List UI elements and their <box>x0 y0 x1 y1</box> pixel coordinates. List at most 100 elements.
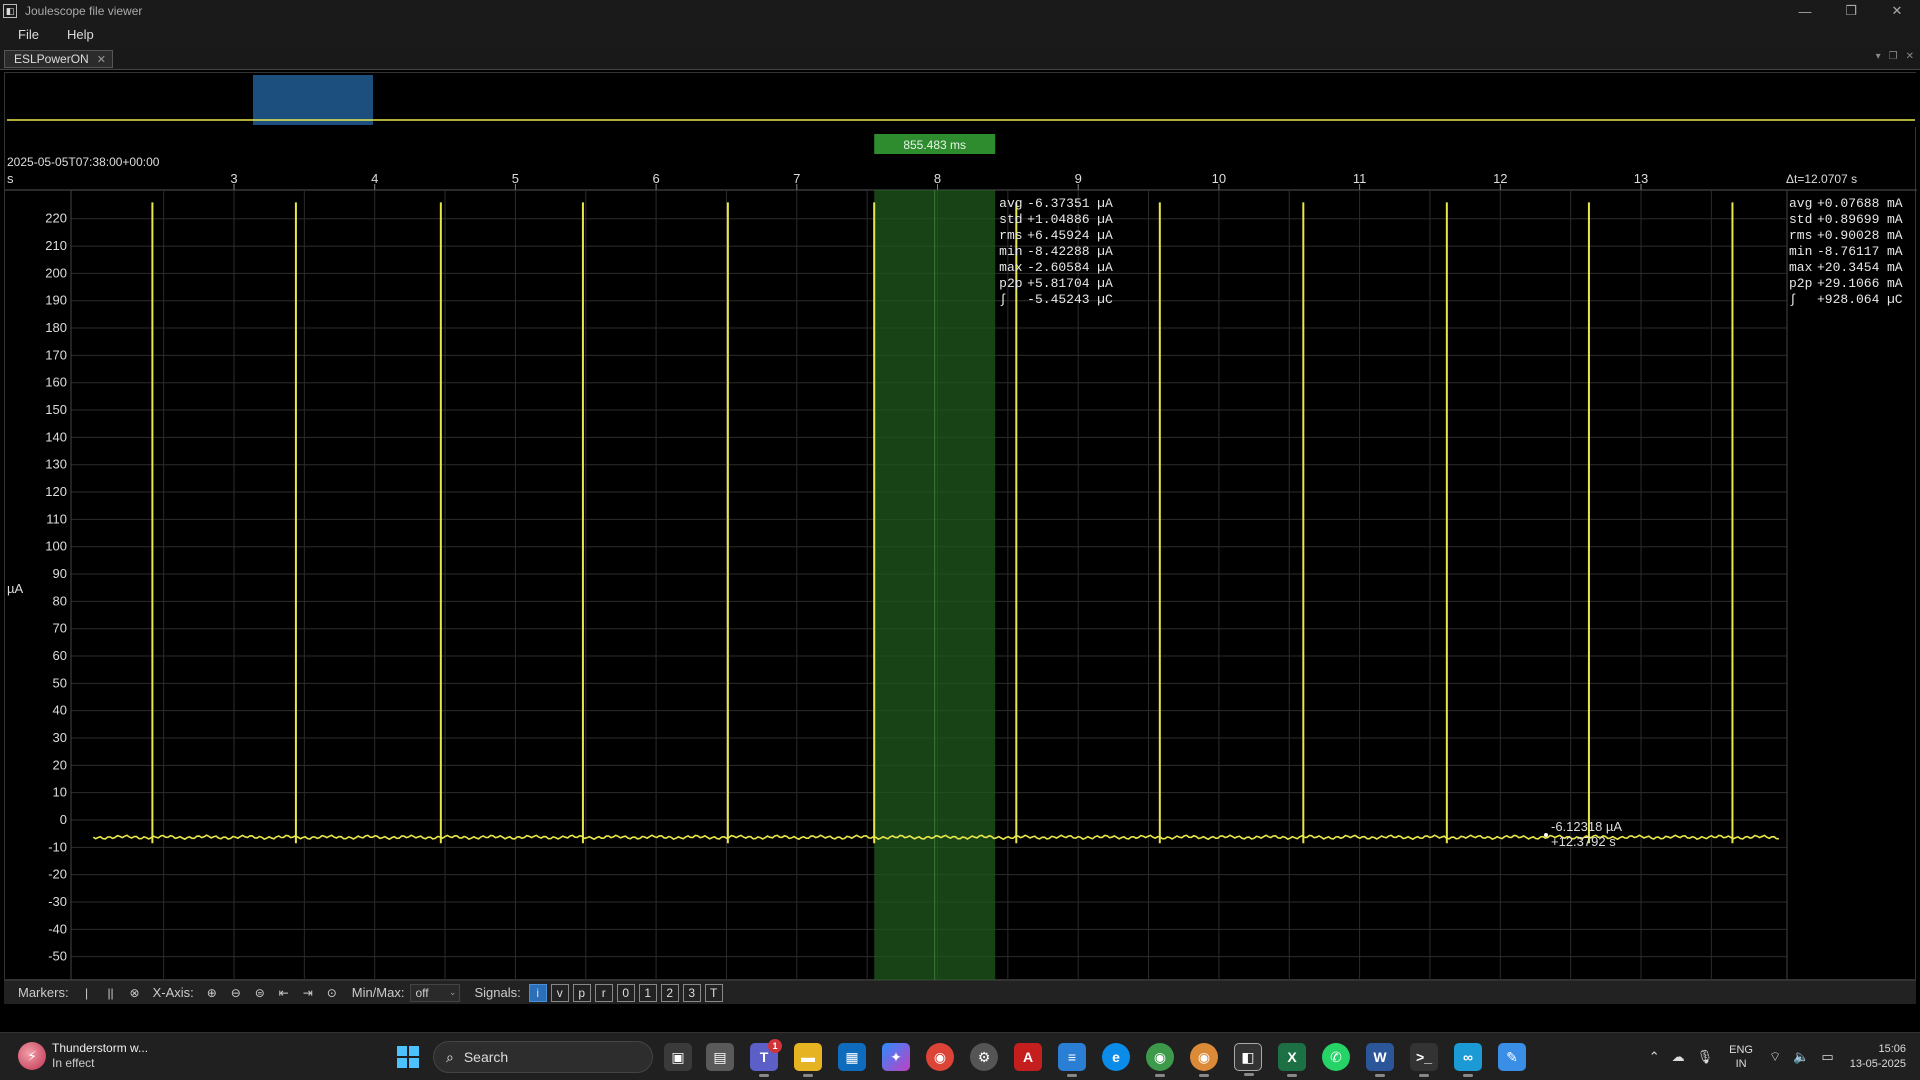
stat-name: max <box>999 260 1023 275</box>
signal-trigger-toggle[interactable]: T <box>704 983 723 1002</box>
waveform-widget[interactable]: 855.483 ms 2025-05-05T07:38:00+00:00 s Δ… <box>4 72 1917 981</box>
tab-eslpoweron[interactable]: ESLPowerON ✕ <box>4 50 113 68</box>
joulescope-taskbar-icon[interactable]: ◧ <box>1234 1043 1262 1076</box>
minmax-select[interactable]: off ⌄ <box>410 983 461 1002</box>
total-delta-label: Δt=12.0707 s <box>1786 172 1857 186</box>
overview-view-region[interactable] <box>253 75 373 125</box>
dock-float-icon[interactable]: ❐ <box>1889 51 1898 62</box>
signal-power-toggle[interactable]: p <box>572 983 591 1002</box>
close-button[interactable]: ✕ <box>1874 0 1920 22</box>
hover-point <box>1544 833 1548 837</box>
notepad-icon[interactable]: ≡ <box>1058 1043 1086 1077</box>
single-marker-icon[interactable]: | <box>78 984 96 1002</box>
y-tick-label: 0 <box>60 812 67 827</box>
stat-value: +5.81704 <box>1027 276 1090 291</box>
taskbar-search[interactable]: ⌕ Search <box>433 1041 653 1073</box>
thunderstorm-icon: ⚡ <box>18 1042 46 1070</box>
clear-markers-icon[interactable]: ⊗ <box>126 984 144 1002</box>
stat-unit: mA <box>1887 260 1903 275</box>
file-explorer-alt-icon[interactable]: ▤ <box>706 1043 734 1071</box>
store-icon[interactable]: ▦ <box>838 1043 866 1071</box>
stat-unit: µA <box>1097 244 1113 259</box>
overview-strip[interactable] <box>5 73 1917 127</box>
copilot-icon[interactable]: ✦ <box>882 1043 910 1071</box>
region-code: IN <box>1735 1058 1747 1070</box>
chrome-profile-2-icon[interactable]: ◉ <box>1190 1043 1218 1077</box>
zoom-out-icon[interactable]: ⊖ <box>227 984 245 1002</box>
signal-voltage-toggle[interactable]: v <box>550 983 569 1002</box>
timestamp-label: 2025-05-05T07:38:00+00:00 <box>7 155 160 169</box>
acrobat-icon[interactable]: A <box>1014 1043 1042 1071</box>
menu-bar: File Help <box>0 22 1920 46</box>
x-tick-label: 10 <box>1212 171 1226 186</box>
signals-label: Signals: <box>474 985 521 1000</box>
settings-icon[interactable]: ⚙ <box>970 1043 998 1071</box>
taskbar-clock[interactable]: 15:06 13-05-2025 <box>1850 1042 1906 1072</box>
window-title: Joulescope file viewer <box>25 4 143 18</box>
signal-current-toggle[interactable]: i <box>528 983 547 1002</box>
menu-help[interactable]: Help <box>57 27 104 42</box>
x-tick-label: 9 <box>1075 171 1082 186</box>
edge-icon[interactable]: e <box>1102 1043 1130 1071</box>
mic-muted-icon[interactable]: 🎙 <box>1697 1049 1714 1065</box>
y-tick-label: 200 <box>45 265 67 280</box>
stat-name: ∫ <box>999 292 1007 307</box>
zoom-in-icon[interactable]: ⊕ <box>203 984 221 1002</box>
pan-right-icon[interactable]: ⇥ <box>299 984 317 1002</box>
dock-controls: ▾ ❐ ✕ <box>1876 51 1914 62</box>
word-icon[interactable]: W <box>1366 1043 1394 1077</box>
waveform-plot[interactable]: 855.483 ms 2025-05-05T07:38:00+00:00 s Δ… <box>5 73 1917 981</box>
y-tick-label: 210 <box>45 238 67 253</box>
signal-gpi1-toggle[interactable]: 1 <box>638 983 657 1002</box>
menu-file[interactable]: File <box>8 27 49 42</box>
dock-menu-icon[interactable]: ▾ <box>1876 51 1881 62</box>
signal-gpi0-toggle[interactable]: 0 <box>616 983 635 1002</box>
x-tick-label: 3 <box>230 171 237 186</box>
file-explorer-icon[interactable]: ▬ <box>794 1043 822 1077</box>
wifi-icon[interactable]: ⌔ <box>1769 1049 1781 1065</box>
minimize-button[interactable]: — <box>1782 0 1828 22</box>
y-tick-label: 150 <box>45 402 67 417</box>
pan-left-icon[interactable]: ⇤ <box>275 984 293 1002</box>
stat-value: +1.04886 <box>1027 212 1089 227</box>
x-tick-label: 7 <box>793 171 800 186</box>
volume-icon[interactable]: 🔈 <box>1793 1049 1809 1065</box>
y-tick-label: 110 <box>46 511 67 526</box>
y-tick-label: 140 <box>45 429 67 444</box>
language-indicator[interactable]: ENG IN <box>1729 1043 1753 1071</box>
stat-name: min <box>999 244 1022 259</box>
dock-close-icon[interactable]: ✕ <box>1906 51 1914 62</box>
paint-icon[interactable]: ✎ <box>1498 1043 1526 1071</box>
tab-close-icon[interactable]: ✕ <box>97 53 106 66</box>
minmax-label: Min/Max: <box>351 985 405 1000</box>
zoom-all-icon[interactable]: ⊜ <box>251 984 269 1002</box>
onedrive-icon[interactable]: ☁ <box>1672 1049 1685 1065</box>
whatsapp-icon[interactable]: ✆ <box>1322 1043 1350 1071</box>
task-view-icon[interactable]: ▣ <box>664 1043 692 1071</box>
y-tick-label: 220 <box>45 211 67 226</box>
battery-icon[interactable]: ▭ <box>1821 1049 1833 1065</box>
y-tick-label: 40 <box>53 703 67 718</box>
terminal-icon[interactable]: >_ <box>1410 1043 1438 1077</box>
weather-widget[interactable]: ⚡ Thunderstorm w... In effect <box>18 1041 148 1071</box>
signal-gpi3-toggle[interactable]: 3 <box>682 983 701 1002</box>
x-tick-label: 6 <box>652 171 659 186</box>
teams-icon[interactable]: T1 <box>750 1039 782 1077</box>
zoom-fit-icon[interactable]: ⊙ <box>323 984 341 1002</box>
dual-marker-icon[interactable]: || <box>102 984 120 1002</box>
signal-range-toggle[interactable]: r <box>594 983 613 1002</box>
restore-button[interactable]: ❐ <box>1828 0 1874 22</box>
chrome-icon[interactable]: ◉ <box>926 1043 954 1071</box>
y-tick-label: 50 <box>53 675 67 690</box>
start-button[interactable] <box>394 1043 422 1071</box>
signal-gpi2-toggle[interactable]: 2 <box>660 983 679 1002</box>
link-app-icon[interactable]: ∞ <box>1454 1043 1482 1077</box>
x-tick-label: 4 <box>371 171 378 186</box>
tray-expand-icon[interactable]: ⌃ <box>1649 1049 1660 1065</box>
excel-icon[interactable]: X <box>1278 1043 1306 1077</box>
y-tick-label: -30 <box>48 894 67 909</box>
windows-logo-icon <box>397 1046 419 1068</box>
y-tick-label: 60 <box>53 648 67 663</box>
y-tick-label: -50 <box>48 949 67 964</box>
chrome-profile-icon[interactable]: ◉ <box>1146 1043 1174 1077</box>
